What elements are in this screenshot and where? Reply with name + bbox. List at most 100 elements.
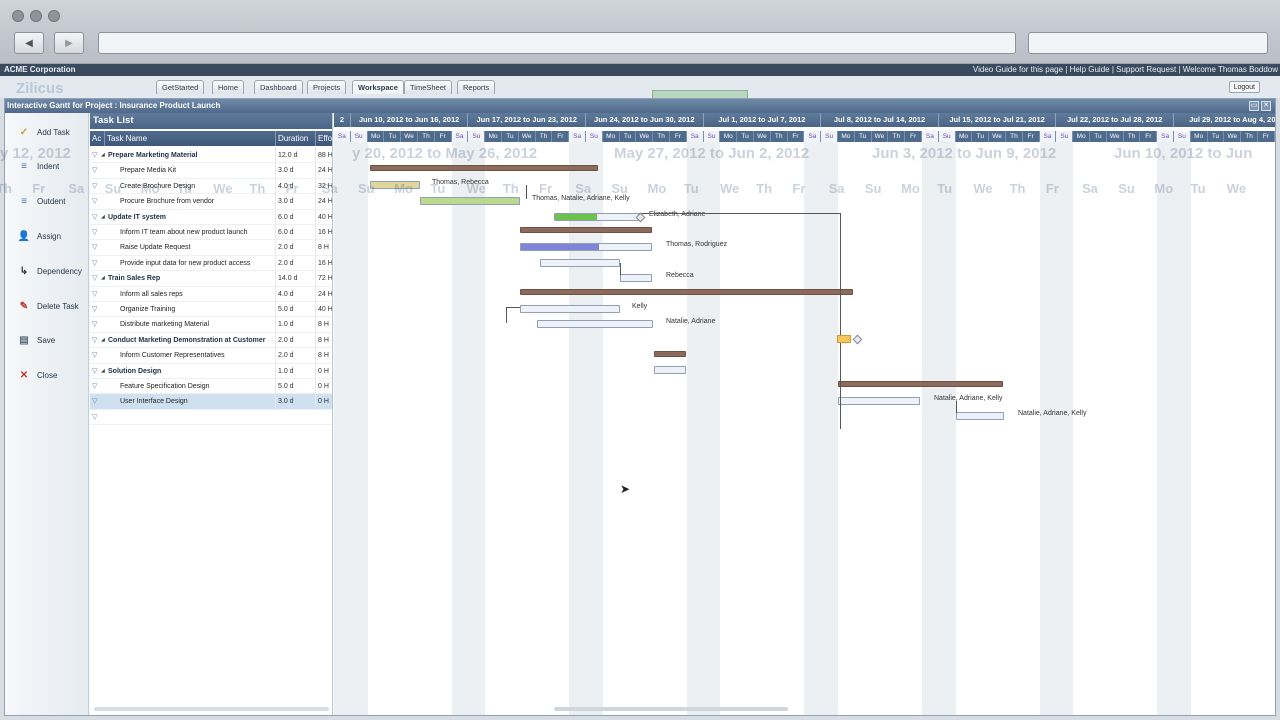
effort-cell[interactable]: 88 H bbox=[315, 148, 332, 163]
nav-tab-workspace[interactable]: Workspace bbox=[352, 80, 404, 94]
table-row[interactable]: ▽ Raise Update Request 2.0 d8 H bbox=[90, 240, 332, 256]
effort-cell[interactable]: 24 H bbox=[315, 286, 332, 302]
duration-cell[interactable]: 4.0 d bbox=[275, 178, 315, 194]
task-name-cell[interactable]: Conduct Marketing Demonstration at Custo… bbox=[108, 333, 283, 348]
table-row[interactable]: ▽ Procure Brochure from vendor 3.0 d 24 H bbox=[90, 194, 332, 210]
nav-tab-dashboard[interactable]: Dashboard bbox=[254, 80, 303, 94]
table-row[interactable]: ▽ User Interface Design 3.0 d0 H bbox=[90, 394, 332, 410]
task-bar[interactable] bbox=[838, 397, 920, 405]
row-check-icon[interactable]: ▽ bbox=[92, 302, 97, 317]
table-row[interactable]: ▽ Distribute marketing Material 1.0 d8 H bbox=[90, 317, 332, 333]
row-check-icon[interactable]: ▽ bbox=[92, 210, 97, 225]
top-links[interactable]: Video Guide for this page | Help Guide |… bbox=[973, 64, 1278, 76]
row-check-icon[interactable]: ▽ bbox=[92, 194, 97, 209]
duration-cell[interactable]: 3.0 d bbox=[275, 194, 315, 210]
duration-cell[interactable]: 5.0 d bbox=[275, 379, 315, 394]
window-minimize-dot[interactable] bbox=[30, 10, 42, 22]
collapse-triangle-icon[interactable]: ◢ bbox=[101, 271, 105, 286]
task-name-cell[interactable]: Feature Specification Design bbox=[120, 379, 295, 394]
collapse-triangle-icon[interactable]: ◢ bbox=[101, 333, 105, 348]
task-list-scrollbar[interactable] bbox=[94, 707, 329, 711]
effort-cell[interactable]: 8 H bbox=[315, 348, 332, 364]
delete-task-button[interactable]: ✎ Delete Task bbox=[5, 292, 89, 320]
outdent-button[interactable]: ≡ Outdent bbox=[5, 188, 89, 216]
effort-cell[interactable]: 24 H bbox=[315, 163, 332, 179]
row-check-icon[interactable]: ▽ bbox=[92, 379, 97, 394]
nav-tab-home[interactable]: Home bbox=[212, 80, 245, 94]
task-bar[interactable] bbox=[654, 366, 686, 374]
task-name-cell[interactable]: Organize Training bbox=[120, 302, 295, 317]
row-check-icon[interactable]: ▽ bbox=[92, 410, 97, 425]
col-header-effort[interactable]: Effo bbox=[315, 131, 332, 146]
duration-cell[interactable]: 3.0 d bbox=[275, 163, 315, 179]
back-button[interactable]: ◀ bbox=[14, 32, 44, 54]
forward-button[interactable]: ▶ bbox=[54, 32, 84, 54]
table-row[interactable]: ▽ Inform all sales reps 4.0 d 24 H bbox=[90, 286, 332, 302]
effort-cell[interactable]: 8 H bbox=[315, 332, 332, 348]
effort-cell[interactable]: 40 H bbox=[315, 209, 332, 225]
effort-cell[interactable]: 8 H bbox=[315, 240, 332, 256]
window-zoom-dot[interactable] bbox=[48, 10, 60, 22]
row-check-icon[interactable]: ▽ bbox=[92, 163, 97, 178]
row-check-icon[interactable]: ▽ bbox=[92, 148, 97, 163]
summary-bar[interactable] bbox=[520, 227, 652, 233]
table-row[interactable]: ▽ Conduct Marketing Demonstration at Cust… bbox=[90, 332, 332, 349]
task-name-cell[interactable]: Inform Customer Representatives bbox=[120, 348, 295, 363]
task-bar[interactable] bbox=[520, 305, 620, 313]
col-header-ac[interactable]: Ac bbox=[90, 131, 104, 146]
assign-button[interactable]: 👤 Assign bbox=[5, 222, 89, 250]
table-row[interactable]: ▽ Feature Specification Design 5.0 d0 H bbox=[90, 379, 332, 395]
window-close-icon[interactable]: ✕ bbox=[1261, 101, 1271, 111]
row-check-icon[interactable]: ▽ bbox=[92, 317, 97, 332]
window-close-dot[interactable] bbox=[12, 10, 24, 22]
table-row[interactable]: ▽ Organize Training 5.0 d 40 H bbox=[90, 302, 332, 318]
effort-cell[interactable]: 32 H bbox=[315, 178, 332, 194]
duration-cell[interactable]: 2.0 d bbox=[275, 255, 315, 271]
summary-bar[interactable] bbox=[838, 381, 1003, 387]
effort-cell[interactable]: 16 H bbox=[315, 225, 332, 240]
address-bar[interactable] bbox=[98, 32, 1016, 54]
duration-cell[interactable]: 6.0 d bbox=[275, 209, 315, 225]
duration-cell[interactable]: 1.0 d bbox=[275, 363, 315, 379]
duration-cell[interactable]: 2.0 d bbox=[275, 332, 315, 348]
save-button[interactable]: ▤ Save bbox=[5, 327, 89, 355]
duration-cell[interactable]: 2.0 d bbox=[275, 240, 315, 256]
task-bar[interactable] bbox=[620, 274, 652, 282]
task-name-cell[interactable]: Distribute marketing Material bbox=[120, 317, 295, 332]
browser-search-bar[interactable] bbox=[1028, 32, 1268, 54]
task-name-cell[interactable]: Solution Design bbox=[108, 364, 283, 379]
indent-button[interactable]: ≡ Indent bbox=[5, 153, 89, 181]
effort-cell[interactable]: 72 H bbox=[315, 271, 332, 287]
effort-cell[interactable]: 40 H bbox=[315, 302, 332, 317]
collapse-triangle-icon[interactable]: ◢ bbox=[101, 148, 105, 163]
duration-cell[interactable]: 12.0 d bbox=[275, 148, 315, 163]
table-row[interactable]: ▽ Inform Customer Representatives 2.0 d8 H bbox=[90, 348, 332, 364]
row-check-icon[interactable]: ▽ bbox=[92, 225, 97, 240]
nav-tab-getstarted[interactable]: GetStarted bbox=[156, 80, 205, 94]
effort-cell[interactable]: 0 H bbox=[315, 379, 332, 394]
table-row[interactable]: ▽ Prepare Media Kit 3.0 d 24 H bbox=[90, 163, 332, 179]
collapse-triangle-icon[interactable]: ◢ bbox=[101, 364, 105, 379]
dependency-button[interactable]: ↳ Dependency bbox=[5, 257, 89, 285]
close-button[interactable]: ✕ Close bbox=[5, 362, 89, 390]
add-task-button[interactable]: ✓ Add Task bbox=[5, 118, 89, 146]
table-row[interactable]: ▽ Provide input data for new product acce… bbox=[90, 255, 332, 272]
row-check-icon[interactable]: ▽ bbox=[92, 256, 97, 271]
col-header-task-name[interactable]: Task Name bbox=[104, 131, 275, 146]
task-bar[interactable] bbox=[540, 259, 620, 267]
effort-cell[interactable]: 0 H bbox=[315, 363, 332, 379]
task-name-cell[interactable]: Provide input data for new product acces… bbox=[120, 256, 295, 271]
task-name-cell[interactable]: Update IT system bbox=[108, 210, 283, 225]
task-name-cell[interactable]: Raise Update Request bbox=[120, 240, 295, 255]
table-row[interactable]: ▽ Inform IT team about new product launch… bbox=[90, 225, 332, 241]
nav-tab-timesheet[interactable]: TimeSheet bbox=[404, 80, 452, 94]
task-name-cell[interactable]: Prepare Marketing Material bbox=[108, 148, 283, 163]
task-name-cell[interactable]: Inform all sales reps bbox=[120, 287, 295, 302]
duration-cell[interactable]: 2.0 d bbox=[275, 348, 315, 364]
table-row[interactable]: ▽ Prepare Marketing Material ◢ 12.0 d 88 H bbox=[90, 148, 332, 164]
duration-cell[interactable]: 3.0 d bbox=[275, 394, 315, 410]
task-bar[interactable] bbox=[370, 181, 420, 189]
duration-cell[interactable]: 14.0 d bbox=[275, 271, 315, 287]
logout-button[interactable]: Logout bbox=[1228, 81, 1260, 93]
task-bar[interactable] bbox=[554, 213, 639, 221]
